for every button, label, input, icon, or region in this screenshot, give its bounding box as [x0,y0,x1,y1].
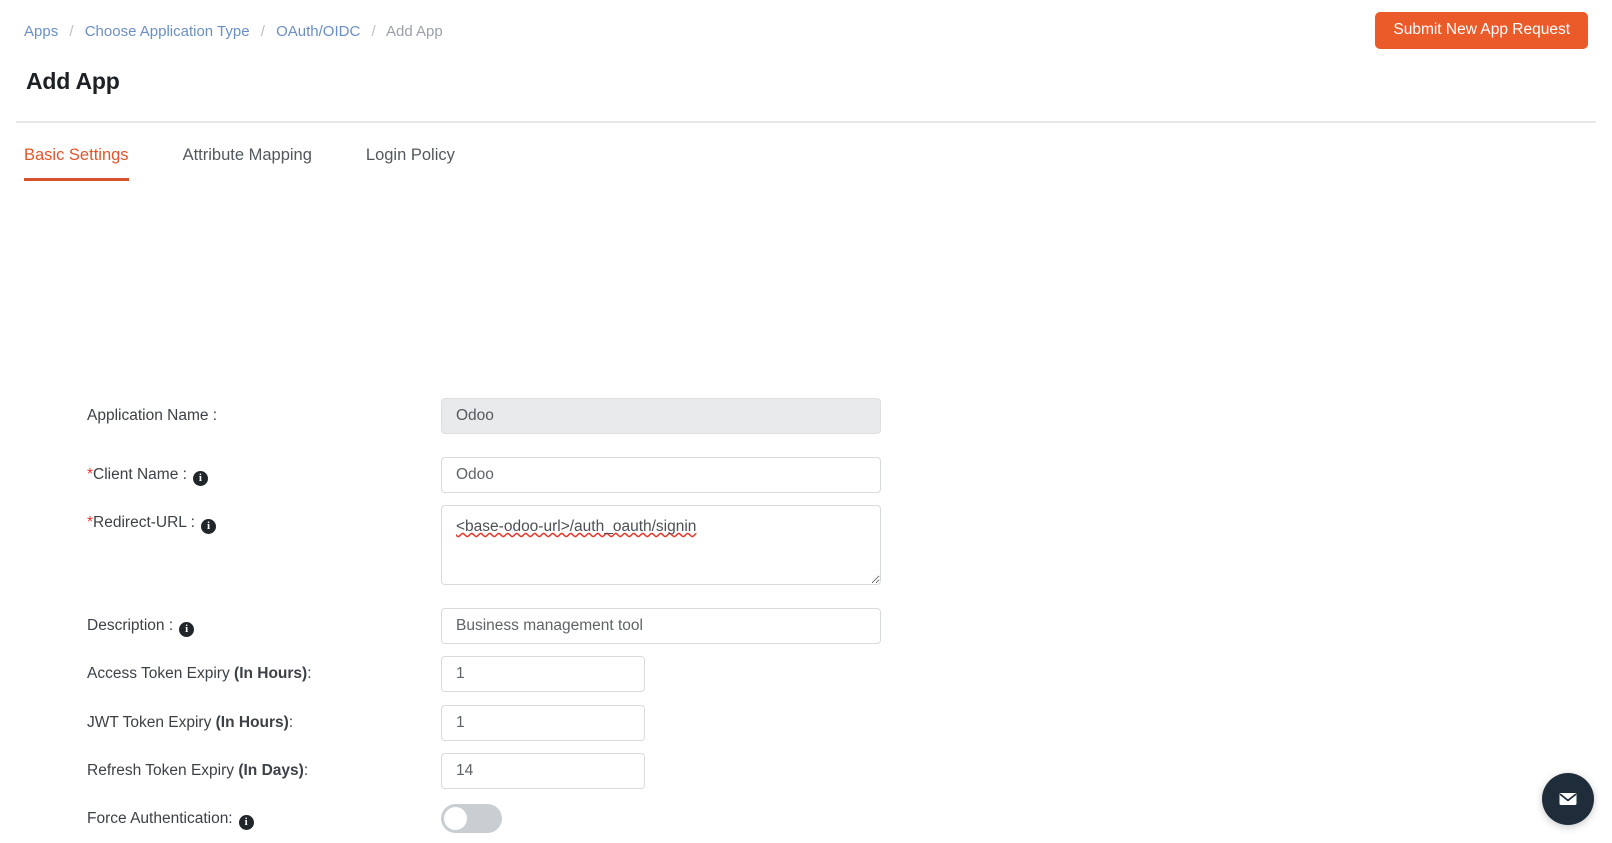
client-name-label: *Client Name :i [87,465,208,486]
redirect-url-textarea[interactable]: <base-odoo-url>/auth_oauth/signin [441,505,881,585]
jwt-token-expiry-label: JWT Token Expiry (In Hours): [87,713,293,733]
client-name-input[interactable] [441,457,881,493]
tab-bar: Basic Settings Attribute Mapping Login P… [0,122,1612,307]
jwt-token-expiry-input[interactable] [441,705,645,741]
breadcrumb-item-add-app: Add App [385,23,443,40]
tab-attribute-mapping[interactable]: Attribute Mapping [183,146,312,181]
page-title: Add App [26,68,120,94]
refresh-token-expiry-label: Refresh Token Expiry (In Days): [87,761,308,781]
refresh-token-expiry-input[interactable] [441,753,645,789]
toggle-knob [444,807,467,830]
info-icon[interactable]: i [179,622,195,637]
access-token-expiry-label-text: Access Token Expiry [87,665,235,682]
label-colon: : [303,762,309,779]
envelope-icon [1559,793,1577,805]
description-label: Description : i [87,616,195,637]
force-authentication-toggle[interactable] [441,804,502,833]
force-authentication-label-text: Force Authentication: [87,810,233,827]
jwt-token-expiry-unit: (In Hours) [215,714,289,731]
info-icon[interactable]: i [192,471,208,486]
info-icon[interactable]: i [200,519,216,534]
breadcrumb-separator: / [371,23,376,40]
chat-widget-button[interactable] [1542,773,1594,825]
breadcrumb-item-oauth-oidc[interactable]: OAuth/OIDC [276,23,360,40]
application-name-label: Application Name : [87,407,218,424]
client-name-label-text: Client Name : [93,466,187,483]
breadcrumb-item-choose-application-type[interactable]: Choose Application Type [85,23,250,40]
access-token-expiry-label: Access Token Expiry (In Hours): [87,664,312,684]
force-authentication-label: Force Authentication: i [87,809,254,830]
tab-login-policy[interactable]: Login Policy [366,146,455,181]
redirect-url-label-text: Redirect-URL : [93,514,195,531]
jwt-token-expiry-label-text: JWT Token Expiry [87,714,216,731]
page-header: Apps / Choose Application Type / OAuth/O… [0,0,1612,123]
redirect-url-label: *Redirect-URL :i [87,513,216,534]
breadcrumb: Apps / Choose Application Type / OAuth/O… [24,22,443,42]
breadcrumb-separator: / [260,23,265,40]
tab-bar-underline [24,305,1535,307]
label-colon: : [307,665,312,682]
access-token-expiry-unit: (In Hours) [234,665,308,682]
label-colon: : [288,714,294,731]
tab-basic-settings[interactable]: Basic Settings [24,146,129,181]
application-name-input[interactable] [441,398,881,434]
submit-new-app-request-button[interactable]: Submit New App Request [1375,12,1588,49]
breadcrumb-separator: / [69,23,74,40]
refresh-token-expiry-label-text: Refresh Token Expiry [87,762,239,779]
refresh-token-expiry-unit: (In Days) [238,762,304,779]
info-icon[interactable]: i [238,815,254,830]
access-token-expiry-input[interactable] [441,656,645,692]
description-input[interactable] [441,608,881,644]
description-label-text: Description : [87,617,174,634]
breadcrumb-item-apps[interactable]: Apps [24,23,58,40]
